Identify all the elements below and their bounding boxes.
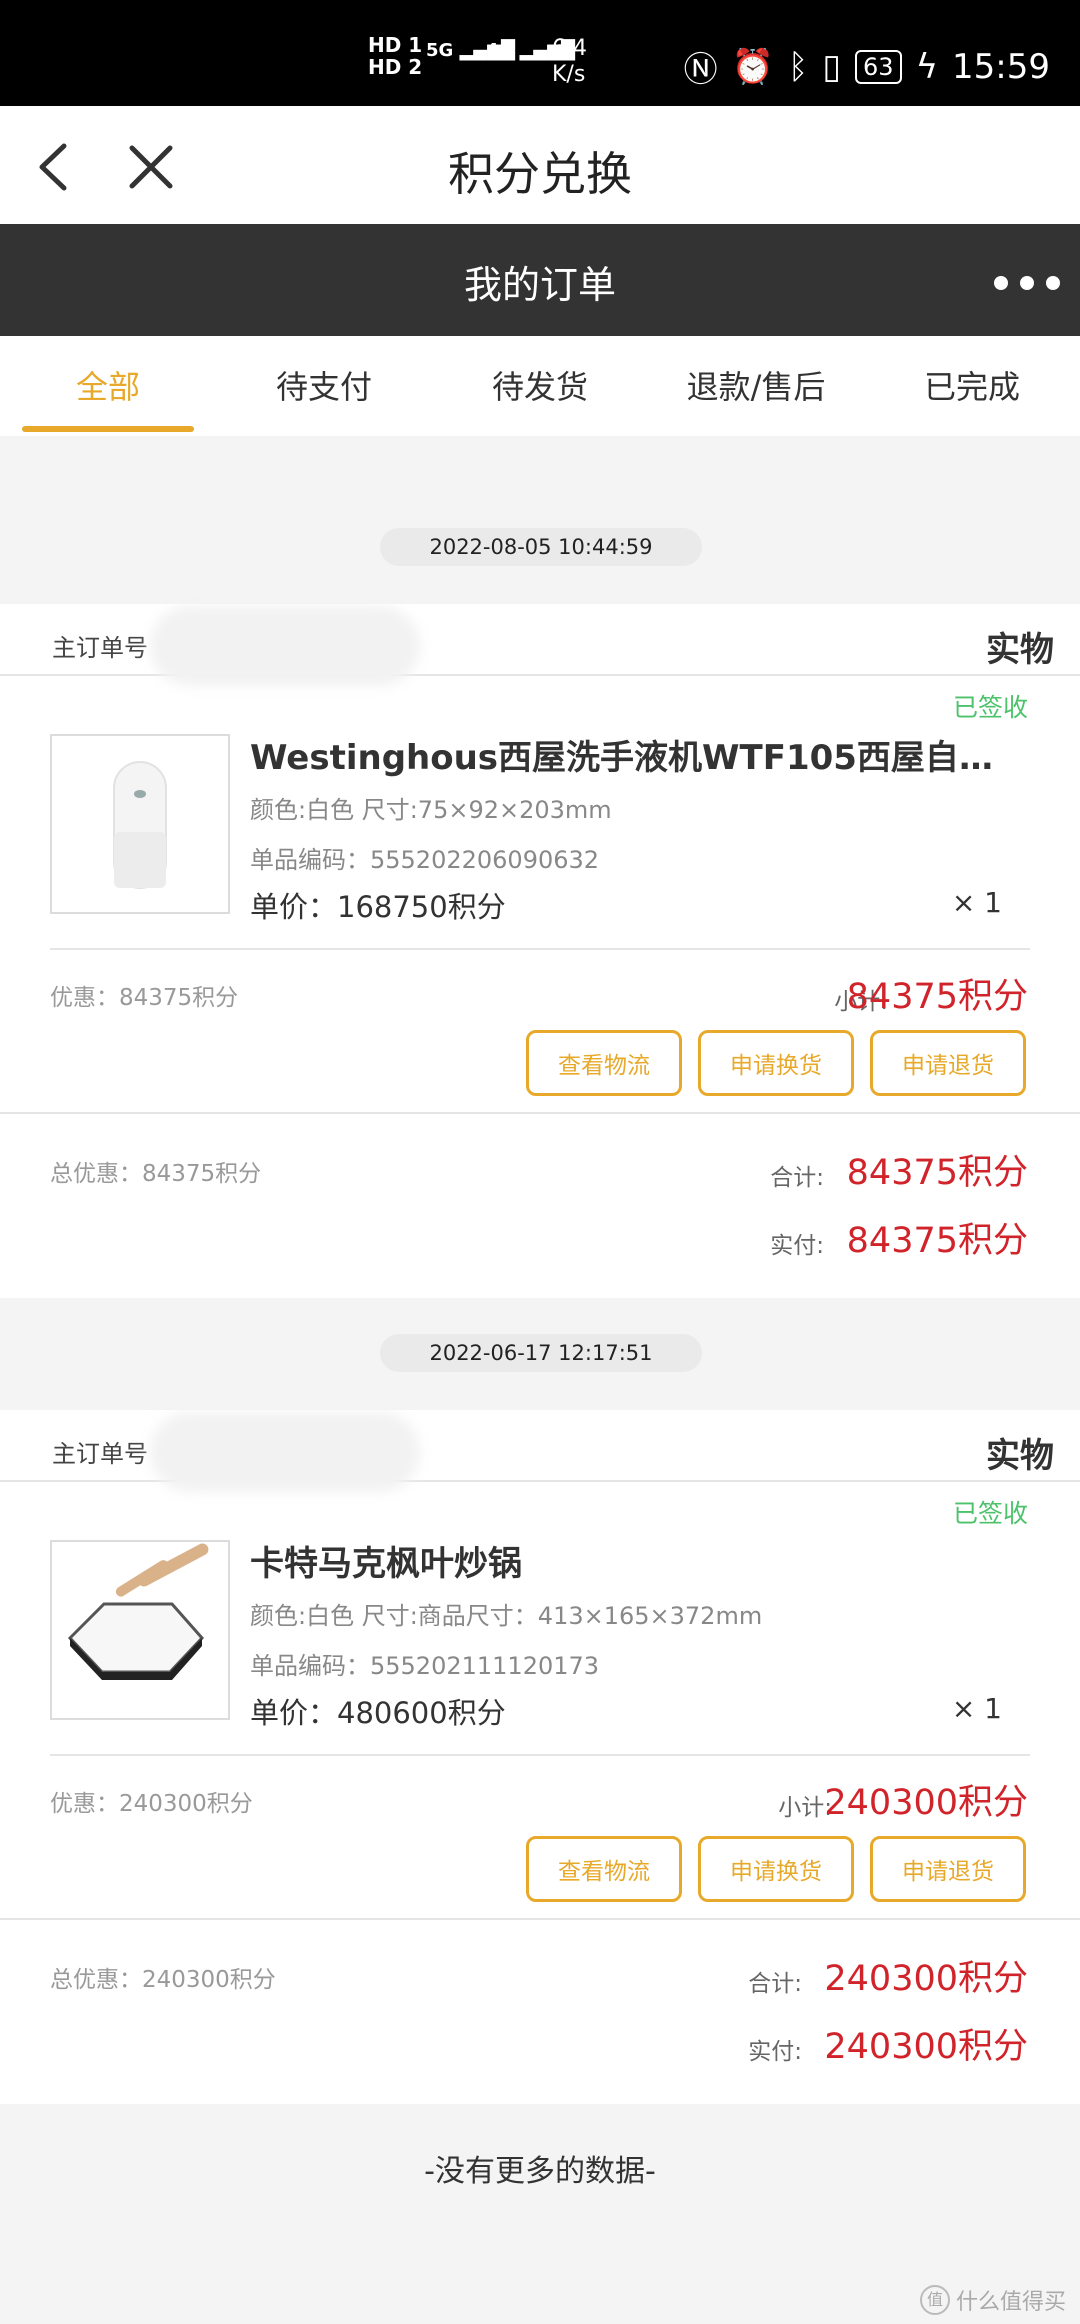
page-title: 积分兑换 — [448, 147, 632, 201]
vibrate-icon: ▯ — [822, 46, 842, 87]
apply-exchange-button[interactable]: 申请换货 — [698, 1030, 854, 1096]
wok-image — [67, 1543, 209, 1680]
view-logistics-button[interactable]: 查看物流 — [526, 1030, 682, 1096]
apply-return-button[interactable]: 申请退货 — [870, 1030, 1026, 1096]
order-header-row: 主订单号 实物 — [0, 604, 1080, 686]
divider — [50, 1754, 1030, 1756]
alarm-icon: ⏰ — [731, 46, 774, 87]
battery-icon: 63 — [855, 49, 902, 84]
product-image[interactable] — [50, 734, 230, 914]
net-speed: 6.4 K/s — [552, 36, 587, 87]
status-icons: Ⓝ ⏰ ᛒ ▯ 63 ϟ 15:59 — [684, 42, 1050, 91]
watermark-logo-icon: 值 — [919, 2285, 950, 2315]
paid-amount: 84375积分 — [846, 1221, 1028, 1261]
order-date: 2022-08-05 10:44:59 — [380, 528, 702, 566]
order-number-label: 主订单号 — [52, 634, 148, 662]
total-discount-text: 总优惠：240300积分 — [50, 1967, 276, 1993]
product-name[interactable]: 卡特马克枫叶炒锅 — [250, 1536, 1010, 1585]
subtotal-amount: 84375积分 — [846, 977, 1028, 1017]
product-sku: 单品编码：555202206090632 — [250, 846, 600, 874]
product-image[interactable] — [50, 1540, 230, 1720]
product-sku: 单品编码：555202111120173 — [250, 1652, 600, 1680]
total-amount: 84375积分 — [846, 1153, 1028, 1193]
title-bar: 积分兑换 — [0, 106, 1080, 224]
paid-label: 实付: — [748, 2039, 802, 2065]
subtotal-amount: 240300积分 — [824, 1783, 1028, 1823]
total-amount: 240300积分 — [824, 1959, 1028, 1999]
product-spec: 颜色:白色 尺寸:75×92×203mm — [250, 796, 612, 824]
sim-indicator: HD 1 HD 2 — [368, 33, 423, 79]
header-title: 我的订单 — [463, 263, 616, 307]
view-logistics-button[interactable]: 查看物流 — [526, 1836, 682, 1902]
no-more-data-text: -没有更多的数据- — [424, 2154, 656, 2189]
order-tabs: 全部 待支付 待发货 退款/售后 已完成 — [0, 336, 1080, 436]
paid-amount: 240300积分 — [824, 2027, 1028, 2067]
status-badge: 已签收 — [952, 693, 1028, 722]
order-card: 主订单号 实物 已签收 卡特马克枫叶炒锅 颜色:白色 尺寸:商品尺寸：413×1… — [0, 1410, 1080, 2104]
order-type: 实物 — [986, 1436, 1054, 1476]
divider — [0, 1112, 1080, 1114]
order-card: 主订单号 实物 已签收 Westinghous西屋洗手液机WTF105西屋自动.… — [0, 604, 1080, 1298]
apply-exchange-button[interactable]: 申请换货 — [698, 1836, 854, 1902]
total-label: 合计: — [770, 1165, 824, 1191]
order-date: 2022-06-17 12:17:51 — [380, 1334, 702, 1372]
charging-icon: ϟ — [915, 46, 939, 87]
discount-text: 优惠：240300积分 — [50, 1791, 253, 1817]
order-number-redacted — [150, 1412, 420, 1492]
watermark-text: 什么值得买 — [955, 2290, 1066, 2315]
discount-text: 优惠：84375积分 — [50, 985, 239, 1011]
product-quantity: × 1 — [951, 886, 1002, 919]
paid-label: 实付: — [770, 1233, 824, 1259]
order-header-row: 主订单号 实物 — [0, 1410, 1080, 1492]
order-number-label: 主订单号 — [52, 1440, 148, 1468]
total-discount-text: 总优惠：84375积分 — [50, 1161, 262, 1187]
clock: 15:59 — [952, 46, 1050, 87]
status-bar: HD 1 HD 2 5G ▂▄▆█ 4G ▂▄▆█ 6.4 K/s Ⓝ ⏰ ᛒ … — [0, 0, 1080, 106]
tab-all[interactable]: 全部 — [8, 362, 208, 408]
divider — [50, 948, 1030, 950]
soap-dispenser-image — [113, 761, 167, 889]
product-unit-price: 单价：168750积分 — [250, 890, 506, 924]
divider — [0, 1918, 1080, 1920]
active-tab-indicator — [22, 426, 194, 432]
product-name[interactable]: Westinghous西屋洗手液机WTF105西屋自动... — [250, 730, 1010, 779]
tab-pending-payment[interactable]: 待支付 — [224, 362, 424, 408]
total-label: 合计: — [748, 1971, 802, 1997]
apply-return-button[interactable]: 申请退货 — [870, 1836, 1026, 1902]
watermark: 值 什么值得买 — [919, 2284, 1066, 2316]
tab-refund[interactable]: 退款/售后 — [656, 362, 856, 408]
bluetooth-icon: ᛒ — [787, 46, 809, 87]
product-quantity: × 1 — [951, 1692, 1002, 1725]
nfc-icon: Ⓝ — [683, 50, 718, 90]
order-type: 实物 — [986, 630, 1054, 670]
order-number-redacted — [150, 606, 420, 686]
product-spec: 颜色:白色 尺寸:商品尺寸：413×165×372mm — [250, 1602, 763, 1630]
orders-header: 我的订单 — [0, 224, 1080, 336]
product-unit-price: 单价：480600积分 — [250, 1696, 506, 1730]
tab-completed[interactable]: 已完成 — [872, 362, 1072, 408]
status-badge: 已签收 — [952, 1499, 1028, 1528]
tab-pending-shipment[interactable]: 待发货 — [440, 362, 640, 408]
more-icon[interactable] — [994, 276, 1060, 290]
